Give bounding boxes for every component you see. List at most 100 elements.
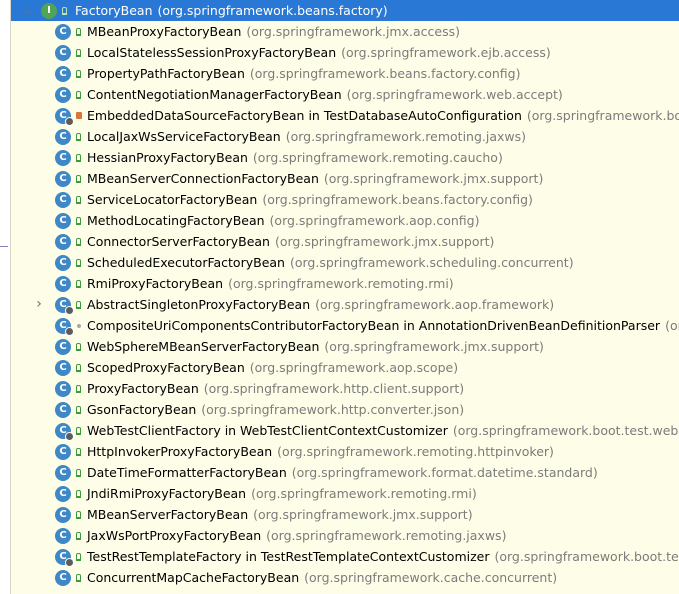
public-visibility-icon — [75, 174, 81, 183]
public-visibility-icon — [75, 384, 81, 393]
class-icon: C — [55, 23, 71, 40]
tree-row-label: CompositeUriComponentsContributorFactory… — [87, 318, 679, 333]
class-icon: C — [55, 170, 71, 187]
tree-row[interactable]: C CompositeUriComponentsContributorFactor… — [11, 315, 679, 336]
root-package: (org.springframework.beans.factory) — [157, 3, 388, 18]
class-name: ContentNegotiationManagerFactoryBean — [87, 87, 342, 102]
tree-row[interactable]: C ProxyFactoryBean (org.springframework.ht… — [11, 378, 679, 399]
public-visibility-icon — [75, 531, 81, 540]
type-hierarchy-popup: ⌄ I FactoryBean (org.springframework.bean… — [10, 0, 679, 594]
class-icon: C — [55, 527, 71, 544]
class-name: GsonFactoryBean — [87, 402, 197, 417]
tree-row[interactable]: C ContentNegotiationManagerFactoryBean (or… — [11, 84, 679, 105]
class-name: ConcurrentMapCacheFactoryBean — [87, 570, 300, 585]
tree-row-label: MBeanProxyFactoryBean (org.springframewor… — [87, 24, 460, 39]
tree-row[interactable]: C GsonFactoryBean (org.springframework.htt… — [11, 399, 679, 420]
class-icon: C — [55, 275, 71, 292]
package-name: (org.springframework.remoting.jaxws) — [285, 129, 527, 144]
public-visibility-icon — [75, 258, 81, 267]
public-visibility-icon — [75, 342, 81, 351]
class-icon: C — [55, 485, 71, 502]
chevron-right-icon[interactable]: › — [33, 294, 45, 315]
tree-row-label: EmbeddedDataSourceFactoryBean in TestDat… — [87, 108, 679, 123]
tree-row[interactable]: C RmiProxyFactoryBean (org.springframework… — [11, 273, 679, 294]
tree-root-row[interactable]: ⌄ I FactoryBean (org.springframework.bean… — [11, 0, 679, 21]
public-visibility-icon — [75, 69, 81, 78]
class-name: WebTestClientFactory in WebTestClientCon… — [87, 423, 448, 438]
tree-row-label: ServiceLocatorFactoryBean (org.springfram… — [87, 192, 533, 207]
package-name: (org.springframework.remoting.rmi) — [228, 276, 454, 291]
package-visibility-icon — [75, 322, 83, 330]
package-name: (org.springframework.aop.config) — [269, 213, 480, 228]
tree-row[interactable]: C ScheduledExecutorFactoryBean (org.spring… — [11, 252, 679, 273]
tree-row[interactable]: C DateTimeFormatterFactoryBean (org.spring… — [11, 462, 679, 483]
tree-row[interactable]: C MBeanServerFactoryBean (org.springframew… — [11, 504, 679, 525]
tree-row-label: MBeanServerConnectionFactoryBean (org.spr… — [87, 171, 543, 186]
tree-row-label: MethodLocatingFactoryBean (org.springfram… — [87, 213, 479, 228]
expanded-arrow-icon[interactable]: ⌄ — [21, 0, 33, 21]
class-name: JaxWsPortProxyFactoryBean — [87, 528, 262, 543]
tree-row[interactable]: › C AbstractSingletonProxyFactoryBean (org.… — [11, 294, 679, 315]
tree-row[interactable]: C ServiceLocatorFactoryBean (org.springfra… — [11, 189, 679, 210]
package-name: (org.springframework.boot.test — [526, 108, 679, 123]
class-name: ScheduledExecutorFactoryBean — [87, 255, 285, 270]
class-icon: C — [55, 401, 71, 418]
tree-row[interactable]: C MBeanProxyFactoryBean (org.springframewo… — [11, 21, 679, 42]
tree-row[interactable]: C WebSphereMBeanServerFactoryBean (org.spr… — [11, 336, 679, 357]
public-visibility-icon — [75, 132, 81, 141]
package-name: (org.springframework.web.accept) — [346, 87, 563, 102]
tree-row-label: TestRestTemplateFactory in TestRestTempl… — [87, 549, 679, 564]
tree-row-label: JaxWsPortProxyFactoryBean (org.springfram… — [87, 528, 506, 543]
class-icon: C — [55, 212, 71, 229]
abstract-badge-icon — [65, 557, 74, 567]
class-icon: C — [55, 569, 71, 586]
tree-row[interactable]: C WebTestClientFactory in WebTestClientCo… — [11, 420, 679, 441]
abstract-badge-icon — [65, 305, 74, 315]
tree-row[interactable]: C ScopedProxyFactoryBean (org.springframew… — [11, 357, 679, 378]
tree-row[interactable]: C EmbeddedDataSourceFactoryBean in TestDa… — [11, 105, 679, 126]
class-name: MBeanProxyFactoryBean — [87, 24, 242, 39]
public-visibility-icon — [75, 573, 81, 582]
class-icon: C — [55, 464, 71, 481]
class-icon: C — [55, 422, 74, 441]
class-name: WebSphereMBeanServerFactoryBean — [87, 339, 320, 354]
tree-row-label: LocalJaxWsServiceFactoryBean (org.springf… — [87, 129, 526, 144]
gutter-marker — [0, 246, 8, 247]
class-icon: C — [55, 317, 74, 336]
package-name: (org.springframework.remoting.caucho) — [252, 150, 503, 165]
private-visibility-icon — [75, 112, 83, 120]
tree-row[interactable]: C HttpInvokerProxyFactoryBean (org.springf… — [11, 441, 679, 462]
class-icon: C — [55, 506, 71, 523]
abstract-badge-icon — [65, 431, 74, 441]
class-icon: C — [55, 86, 71, 103]
tree-row[interactable]: C LocalStatelessSessionProxyFactoryBean (o… — [11, 42, 679, 63]
package-name: (org.springframework.remoting.httpinvoke… — [277, 444, 554, 459]
class-icon: C — [55, 44, 71, 61]
public-visibility-icon — [75, 363, 81, 372]
class-icon: C — [55, 338, 71, 355]
package-name: (org.springframework.scheduling.concurre… — [289, 255, 574, 270]
tree-row[interactable]: C HessianProxyFactoryBean (org.springframe… — [11, 147, 679, 168]
public-visibility-icon — [75, 216, 81, 225]
tree-row[interactable]: C PropertyPathFactoryBean (org.springframe… — [11, 63, 679, 84]
class-icon: C — [55, 149, 71, 166]
class-name: LocalStatelessSessionProxyFactoryBean — [87, 45, 337, 60]
class-name: DateTimeFormatterFactoryBean — [87, 465, 287, 480]
class-icon: C — [55, 65, 71, 82]
tree-row[interactable]: C TestRestTemplateFactory in TestRestTemp… — [11, 546, 679, 567]
tree-row-label: ScopedProxyFactoryBean (org.springframewo… — [87, 360, 458, 375]
tree-row[interactable]: C JndiRmiProxyFactoryBean (org.springframe… — [11, 483, 679, 504]
class-name: HessianProxyFactoryBean — [87, 150, 248, 165]
class-icon: C — [55, 380, 71, 397]
class-icon: C — [55, 254, 71, 271]
tree-row[interactable]: C MethodLocatingFactoryBean (org.springfra… — [11, 210, 679, 231]
tree-row-label: GsonFactoryBean (org.springframework.http… — [87, 402, 464, 417]
tree-row[interactable]: C JaxWsPortProxyFactoryBean (org.springfra… — [11, 525, 679, 546]
tree-row[interactable]: C MBeanServerConnectionFactoryBean (org.sp… — [11, 168, 679, 189]
tree-row-label: HessianProxyFactoryBean (org.springframew… — [87, 150, 503, 165]
tree-row[interactable]: C ConcurrentMapCacheFactoryBean (org.sprin… — [11, 567, 679, 588]
class-icon: C — [55, 443, 71, 460]
tree-row-label: DateTimeFormatterFactoryBean (org.springf… — [87, 465, 598, 480]
tree-row[interactable]: C ConnectorServerFactoryBean (org.springfr… — [11, 231, 679, 252]
tree-row[interactable]: C LocalJaxWsServiceFactoryBean (org.spring… — [11, 126, 679, 147]
